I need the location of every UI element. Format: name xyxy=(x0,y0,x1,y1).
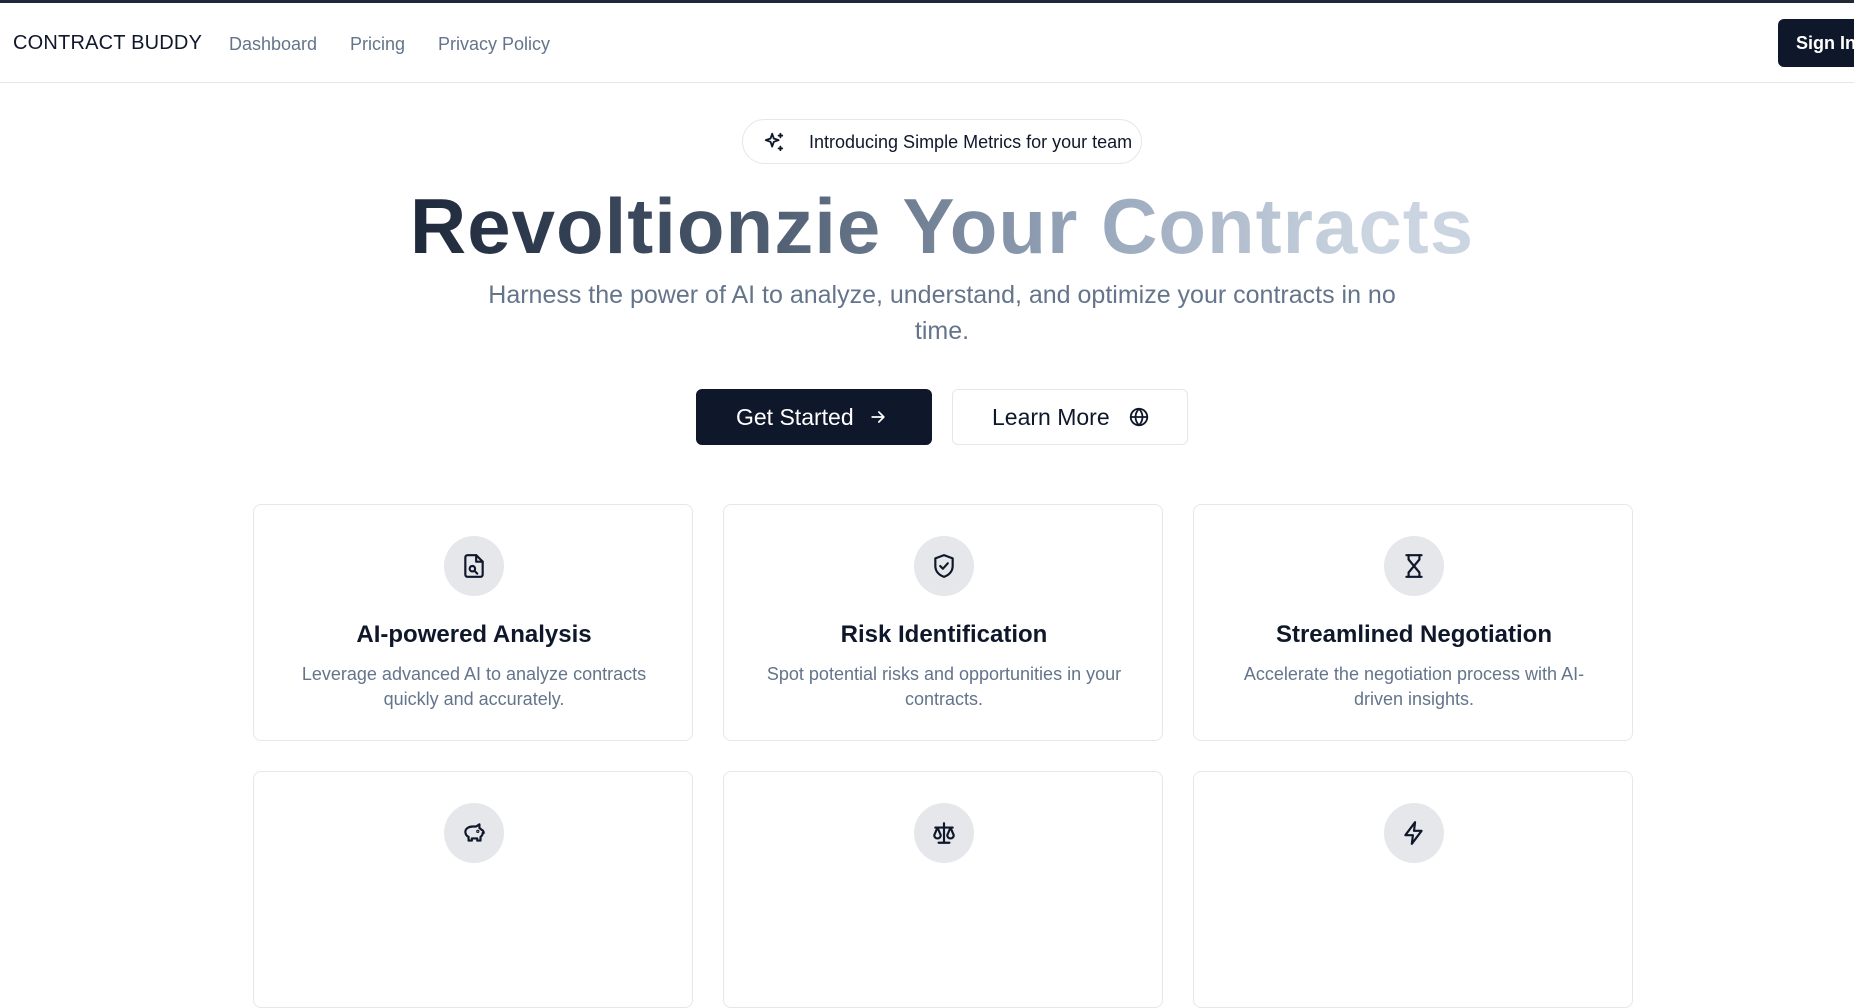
feature-description: Leverage advanced AI to analyze contract… xyxy=(301,664,647,709)
feature-icon-circle xyxy=(1384,803,1444,863)
learn-more-button[interactable]: Learn More xyxy=(952,389,1188,445)
feature-description: Spot potential risks and opportunities i… xyxy=(766,664,1122,709)
feature-icon-circle xyxy=(914,536,974,596)
hero-title: Revoltionzie Your Contracts xyxy=(0,180,1854,272)
hero-title-text: Revoltionzie Your Contracts xyxy=(409,182,1475,270)
arrow-right-icon xyxy=(871,411,885,423)
file-search-icon xyxy=(464,554,484,578)
feature-card-savings xyxy=(253,771,693,1008)
feature-title: AI-powered Analysis xyxy=(356,621,592,648)
feature-icon-circle xyxy=(1384,536,1444,596)
feature-icon-circle xyxy=(914,803,974,863)
learn-more-label: Learn More xyxy=(992,404,1110,430)
get-started-button[interactable]: Get Started xyxy=(696,389,932,445)
sparkles-icon xyxy=(764,132,784,152)
feature-description: Accelerate the negotiation process with … xyxy=(1243,664,1585,709)
scale-icon xyxy=(933,822,955,844)
nav-link-dashboard[interactable]: Dashboard xyxy=(229,34,317,55)
nav-link-pricing[interactable]: Pricing xyxy=(350,34,405,55)
hero-subtitle: Harness the power of AI to analyze, unde… xyxy=(488,281,1396,345)
feature-icon-circle xyxy=(444,803,504,863)
globe-icon xyxy=(1129,407,1149,427)
zap-icon xyxy=(1404,821,1423,845)
hourglass-icon xyxy=(1405,554,1423,578)
feature-title: Risk Identification xyxy=(840,621,1048,648)
sign-in-button[interactable]: Sign In xyxy=(1778,19,1854,67)
feature-card-negotiation: Streamlined Negotiation Accelerate the n… xyxy=(1193,504,1633,741)
navbar: CONTRACT BUDDY Dashboard Pricing Privacy… xyxy=(0,3,1854,83)
feature-icon-circle xyxy=(444,536,504,596)
nav-link-privacy-policy[interactable]: Privacy Policy xyxy=(438,34,550,55)
feature-card-compliance xyxy=(723,771,1163,1008)
announcement-pill[interactable]: Introducing Simple Metrics for your team xyxy=(742,119,1142,164)
announcement-text: Introducing Simple Metrics for your team xyxy=(809,132,1133,152)
shield-check-icon xyxy=(934,554,954,578)
feature-title: Streamlined Negotiation xyxy=(1275,621,1553,648)
feature-card-risk-identification: Risk Identification Spot potential risks… xyxy=(723,504,1163,741)
feature-card-ai-analysis: AI-powered Analysis Leverage advanced AI… xyxy=(253,504,693,741)
get-started-label: Get Started xyxy=(736,404,854,430)
piggy-bank-icon xyxy=(464,823,485,842)
feature-card-speed xyxy=(1193,771,1633,1008)
brand-logo[interactable]: CONTRACT BUDDY xyxy=(13,32,202,55)
